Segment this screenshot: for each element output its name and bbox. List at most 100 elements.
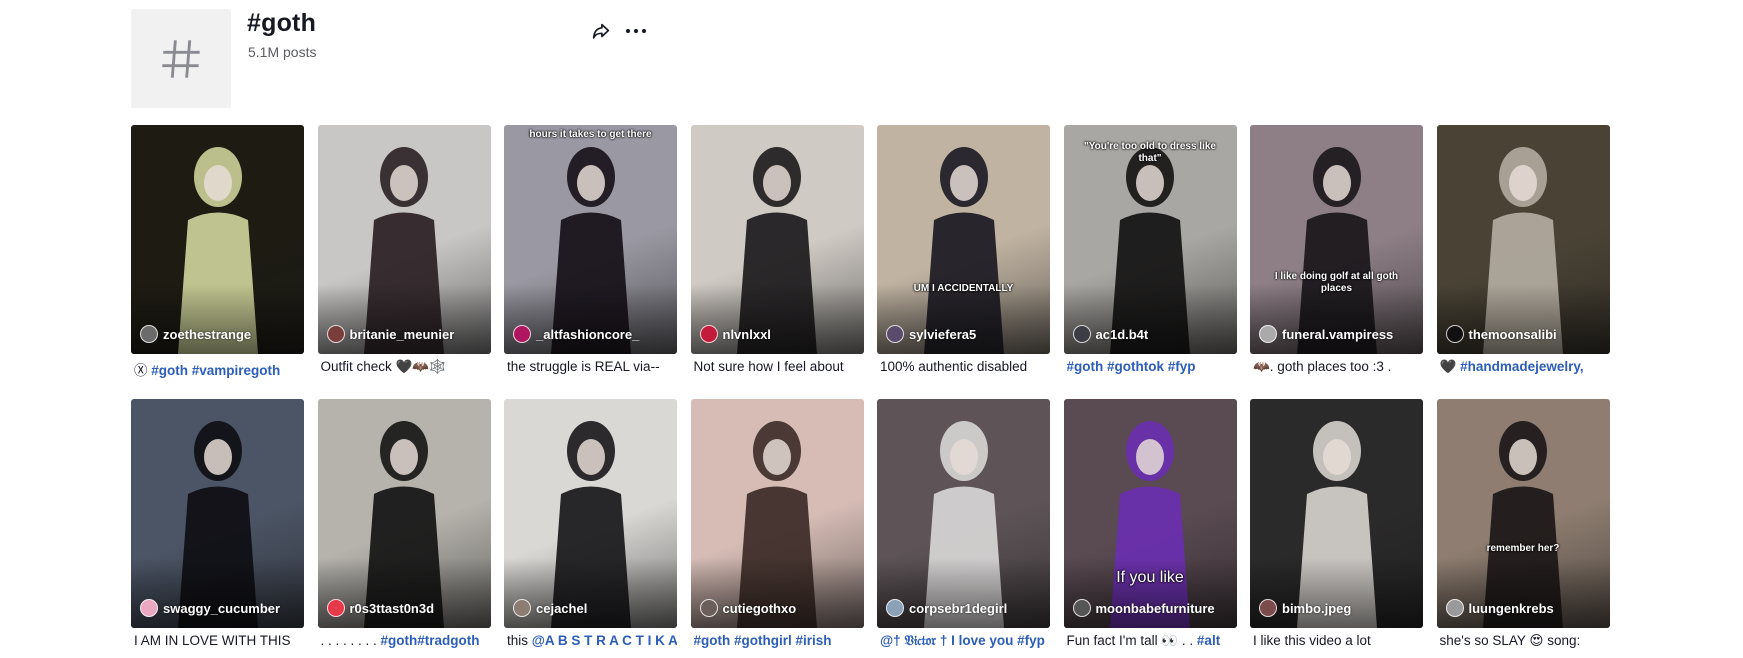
video-card[interactable]: swaggy_cucumber I AM IN LOVE WITH THIS	[131, 399, 304, 658]
video-caption[interactable]: Ⓧ #goth #vampiregoth	[134, 359, 304, 379]
video-author[interactable]: luungenkrebs	[1445, 599, 1554, 617]
video-thumbnail[interactable]: UM I ACCIDENTALLY sylviefera5	[877, 125, 1050, 354]
avatar	[1072, 325, 1091, 343]
video-author[interactable]: zoethestrange	[140, 325, 251, 343]
video-card[interactable]: "You're too old to dress like that" ac1d.…	[1063, 125, 1237, 399]
thumbnail-shade	[877, 558, 1050, 628]
video-author[interactable]: r0s3ttast0n3d	[326, 599, 434, 617]
author-name: corpsebr1degirl	[909, 600, 1008, 616]
video-overlay-text: UM I ACCIDENTALLY	[913, 283, 1014, 294]
video-caption[interactable]: I AM IN LOVE WITH THIS	[134, 633, 304, 648]
video-card[interactable]: bimbo.jpeg I like this video a lot	[1250, 399, 1423, 658]
video-card[interactable]: If you like moonbabefurniture Fun fact I'm…	[1063, 399, 1237, 658]
caption-text: I like this video a lot	[1253, 633, 1371, 648]
caption-hashtags[interactable]: #goth #gothgirl #irish	[694, 633, 832, 648]
video-author[interactable]: _altfashioncore_	[513, 325, 639, 343]
thumbnail-shade	[131, 284, 304, 354]
avatar	[699, 325, 718, 343]
video-caption[interactable]: #goth #gothgirl #irish	[694, 633, 864, 648]
share-button[interactable]	[587, 17, 615, 45]
video-card[interactable]: remember her? luungenkrebs she's so SLAY 😍…	[1436, 399, 1610, 658]
video-author[interactable]: cejachel	[513, 599, 587, 617]
video-card[interactable]: I like doing golf at all goth places fune…	[1250, 125, 1423, 399]
video-thumbnail[interactable]: nlvnlxxl	[690, 125, 864, 354]
video-caption[interactable]: Outfit check 🖤🦇🕸️	[321, 359, 491, 375]
video-thumbnail[interactable]: swaggy_cucumber	[131, 399, 304, 628]
caption-hashtags[interactable]: #goth #gothtok #fyp	[1067, 359, 1196, 374]
video-card[interactable]: zoethestrange Ⓧ #goth #vampiregoth	[131, 125, 304, 399]
video-thumbnail[interactable]: cutiegothxo	[690, 399, 864, 628]
video-author[interactable]: nlvnlxxl	[699, 325, 771, 343]
thumbnail-shade	[1250, 558, 1423, 628]
avatar	[1259, 599, 1277, 617]
video-card[interactable]: hours it takes to get there _altfashionco…	[504, 125, 677, 399]
video-card[interactable]: nlvnlxxl Not sure how I feel about	[690, 125, 864, 399]
author-name: nlvnlxxl	[722, 326, 771, 342]
caption-text: . . . . . . . .	[320, 633, 381, 648]
video-card[interactable]: cutiegothxo #goth #gothgirl #irish	[690, 399, 864, 658]
avatar	[326, 325, 345, 343]
caption-text: the struggle is REAL via--	[507, 359, 660, 374]
caption-hashtags[interactable]: #alt	[1197, 633, 1220, 648]
video-author[interactable]: funeral.vampiress	[1259, 325, 1393, 343]
video-thumbnail[interactable]: bimbo.jpeg	[1250, 399, 1423, 628]
video-thumbnail[interactable]: r0s3ttast0n3d	[317, 399, 491, 628]
video-author[interactable]: corpsebr1degirl	[886, 599, 1007, 617]
video-author[interactable]: sylviefera5	[886, 325, 976, 343]
video-card[interactable]: britanie_meunier Outfit check 🖤🦇🕸️	[317, 125, 491, 399]
caption-hashtags[interactable]: #handmadejewelry,	[1460, 359, 1584, 374]
video-caption[interactable]: she's so SLAY 😍 song:	[1440, 633, 1610, 649]
video-caption[interactable]: I like this video a lot	[1253, 633, 1423, 648]
video-caption[interactable]: . . . . . . . . #goth#tradgoth	[321, 633, 491, 648]
video-author[interactable]: ac1d.b4t	[1072, 325, 1149, 343]
video-overlay-text: "You're too old to dress like that"	[1084, 141, 1216, 164]
caption-text: Not sure how I feel about	[693, 359, 844, 374]
video-author[interactable]: bimbo.jpeg	[1259, 599, 1351, 617]
avatar	[1072, 599, 1091, 617]
video-caption[interactable]: 100% authentic disabled	[880, 359, 1050, 374]
video-caption[interactable]: 🦇. goth places too :3 .	[1253, 359, 1423, 375]
video-caption[interactable]: @† 𝔙𝔦𝔠𝔱𝔬𝔯 † I love you #fyp	[880, 633, 1050, 649]
caption-hashtags[interactable]: @A B S T R A C T I K A	[532, 633, 677, 648]
avatar	[699, 599, 718, 617]
caption-hashtags[interactable]: #goth #vampiregoth	[151, 363, 280, 378]
video-author[interactable]: britanie_meunier	[326, 325, 454, 343]
hashtag-header: #goth 5.1M posts	[131, 9, 651, 109]
video-card[interactable]: corpsebr1degirl @† 𝔙𝔦𝔠𝔱𝔬𝔯 † I love you #f…	[877, 399, 1050, 658]
video-author[interactable]: swaggy_cucumber	[140, 599, 280, 617]
thumbnail-shade	[504, 558, 677, 628]
video-thumbnail[interactable]: remember her? luungenkrebs	[1436, 399, 1610, 628]
post-count: 5.1M posts	[248, 44, 317, 60]
video-thumbnail[interactable]: britanie_meunier	[317, 125, 491, 354]
video-caption[interactable]: the struggle is REAL via--	[507, 359, 677, 374]
video-caption[interactable]: Fun fact I'm tall 👀 . . #alt	[1067, 633, 1237, 649]
video-caption[interactable]: #goth #gothtok #fyp	[1067, 359, 1237, 374]
video-caption[interactable]: Not sure how I feel about	[694, 359, 864, 374]
caption-hashtags[interactable]: #goth#tradgoth	[381, 633, 480, 648]
avatar	[326, 599, 345, 617]
video-thumbnail[interactable]: "You're too old to dress like that" ac1d.…	[1063, 125, 1237, 354]
video-card[interactable]: cejachel this @A B S T R A C T I K A	[504, 399, 677, 658]
video-thumbnail[interactable]: themoonsalibi	[1436, 125, 1610, 354]
video-thumbnail[interactable]: I like doing golf at all goth places fune…	[1250, 125, 1423, 354]
caption-text: I AM IN LOVE WITH THIS	[134, 633, 291, 648]
caption-hashtags[interactable]: @† 𝔙𝔦𝔠𝔱𝔬𝔯 † I love you #fyp	[880, 633, 1045, 648]
video-thumbnail[interactable]: zoethestrange	[131, 125, 304, 354]
video-author[interactable]: themoonsalibi	[1445, 325, 1557, 343]
author-name: luungenkrebs	[1468, 600, 1554, 616]
author-name: swaggy_cucumber	[163, 600, 281, 616]
video-author[interactable]: cutiegothxo	[699, 599, 796, 617]
more-options-button[interactable]	[621, 17, 651, 45]
video-thumbnail[interactable]: hours it takes to get there _altfashionco…	[504, 125, 677, 354]
video-card[interactable]: r0s3ttast0n3d . . . . . . . . #goth#tradg…	[317, 399, 491, 658]
video-thumbnail[interactable]: If you like moonbabefurniture	[1063, 399, 1237, 628]
video-thumbnail[interactable]: corpsebr1degirl	[877, 399, 1050, 628]
video-card[interactable]: themoonsalibi 🖤 #handmadejewelry,	[1436, 125, 1610, 399]
author-name: ac1d.b4t	[1095, 326, 1149, 342]
video-card[interactable]: UM I ACCIDENTALLY sylviefera5 100% authent…	[877, 125, 1050, 399]
video-thumbnail[interactable]: cejachel	[504, 399, 677, 628]
video-author[interactable]: moonbabefurniture	[1072, 599, 1215, 617]
video-caption[interactable]: 🖤 #handmadejewelry,	[1440, 359, 1610, 375]
page-title: #goth	[247, 9, 317, 37]
video-caption[interactable]: this @A B S T R A C T I K A	[507, 633, 677, 648]
